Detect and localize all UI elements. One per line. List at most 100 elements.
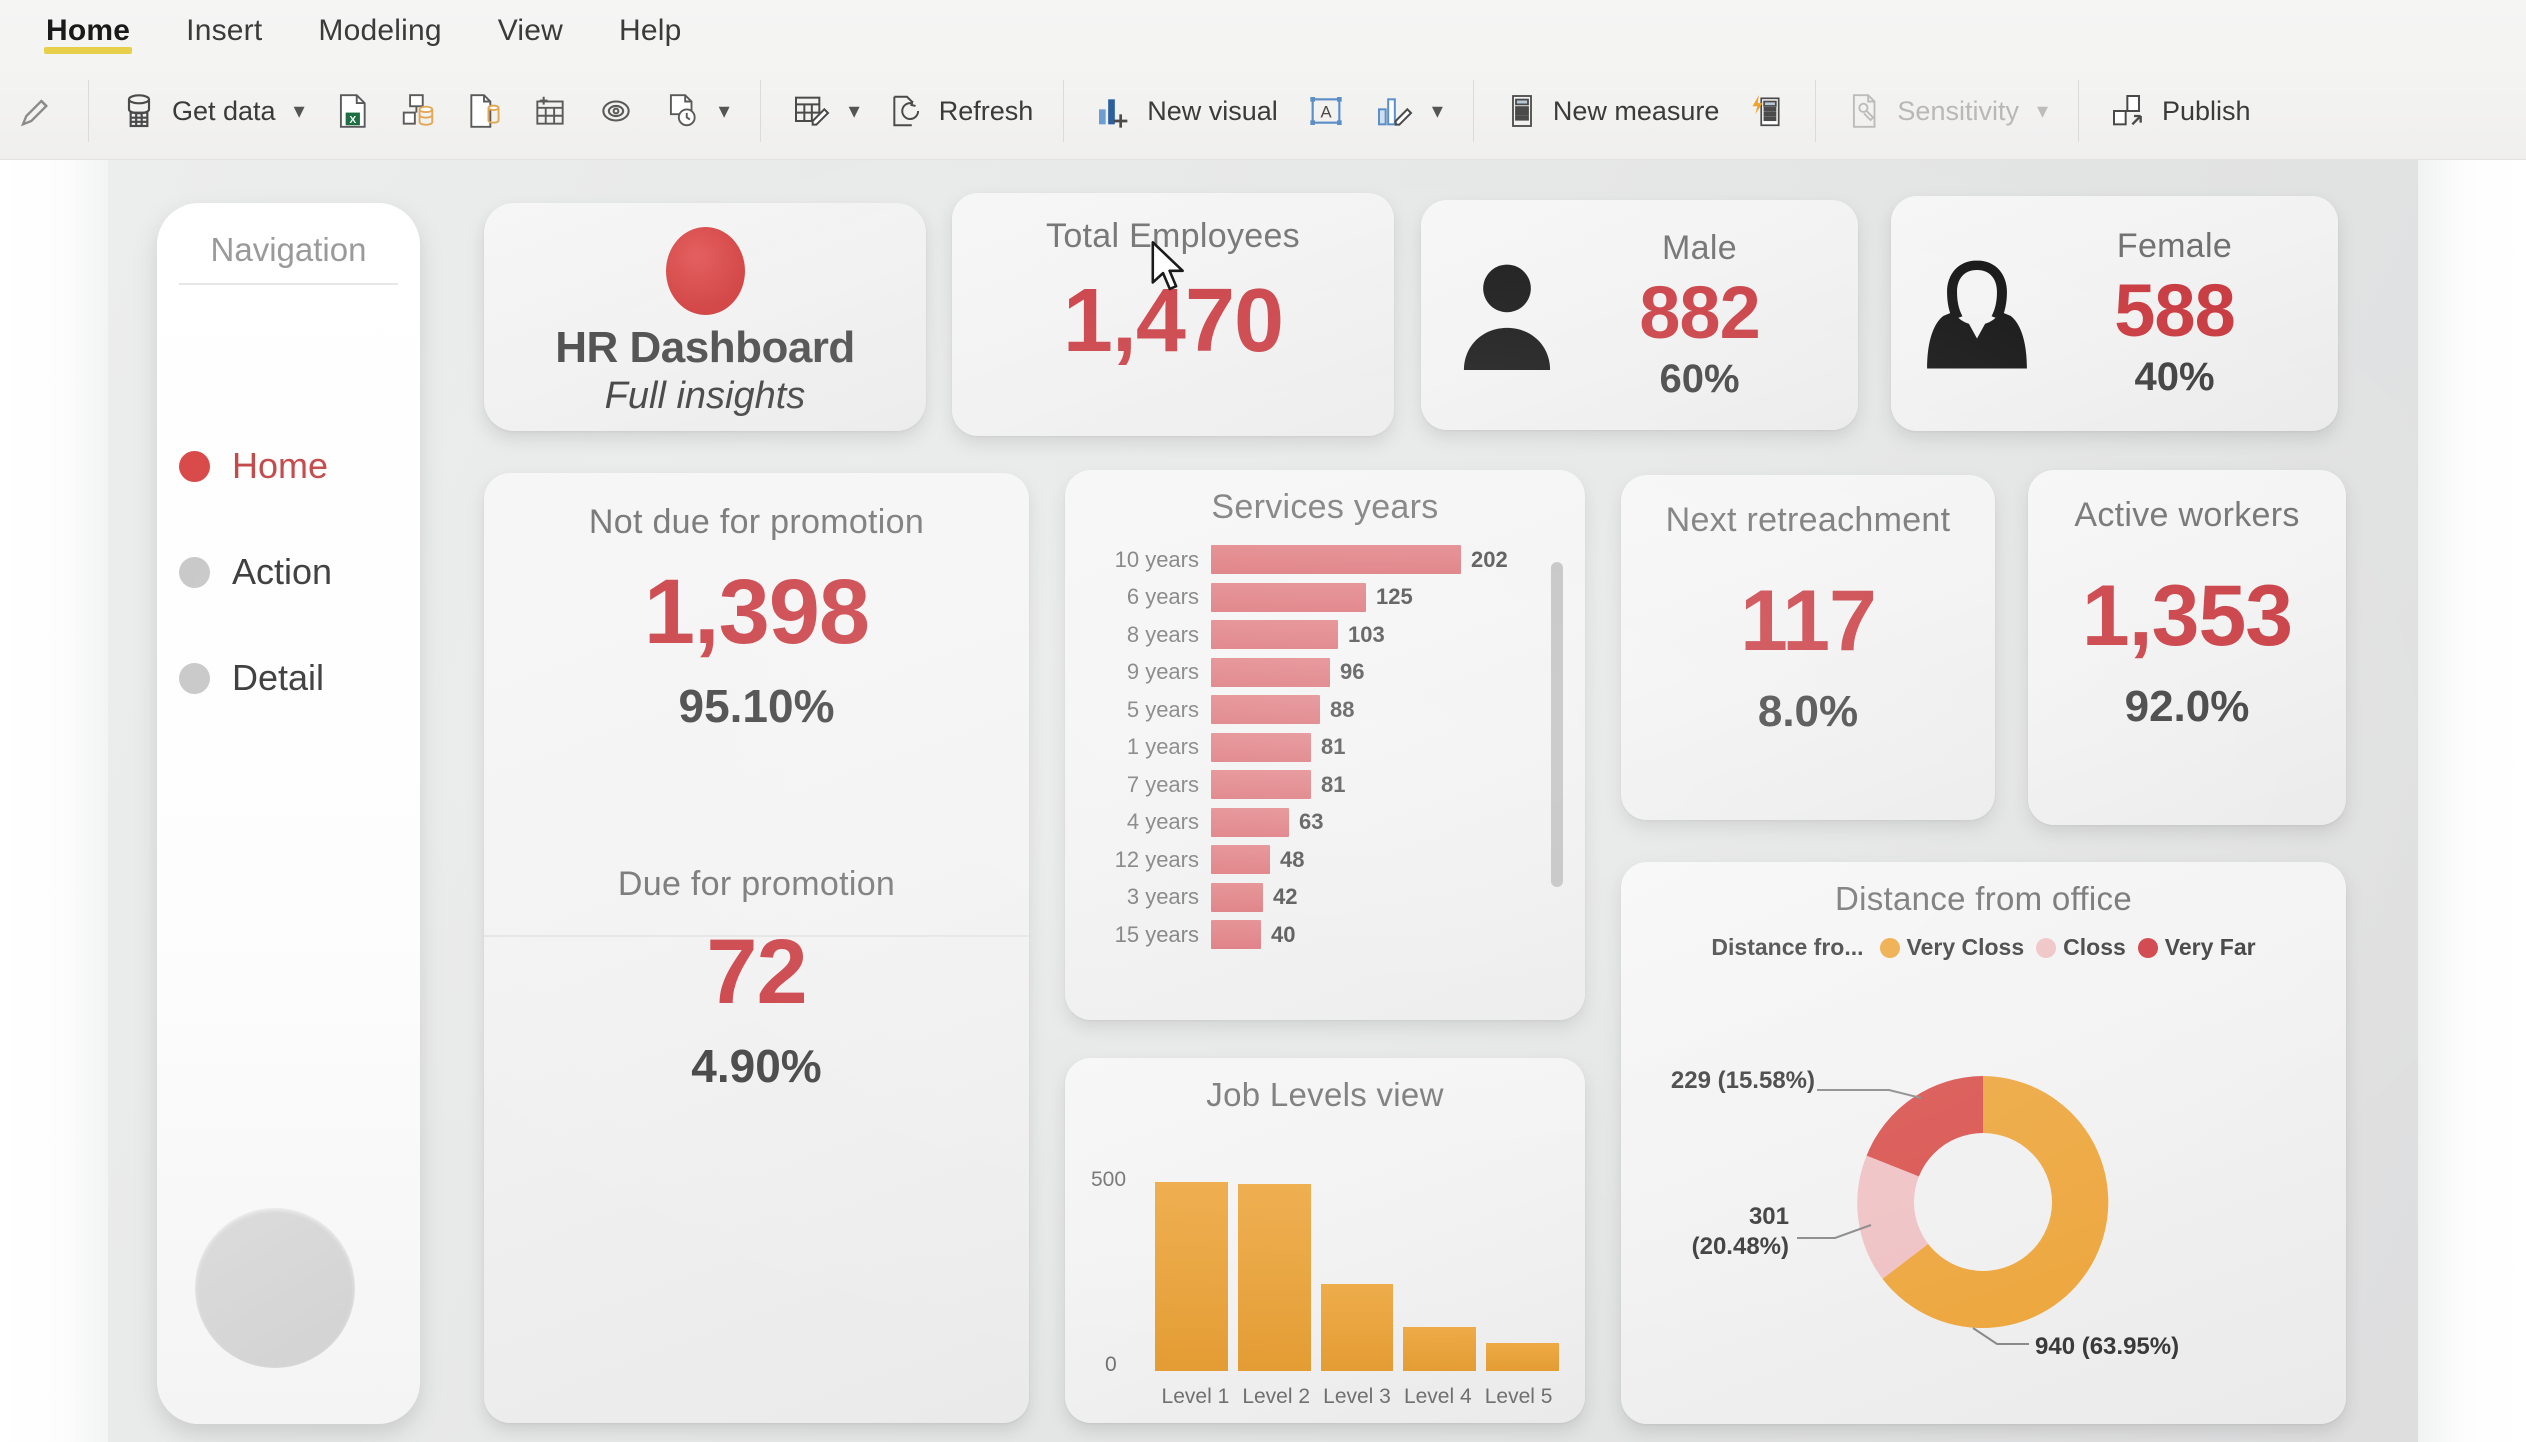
enter-data-button[interactable] (451, 83, 517, 139)
publish-button[interactable]: Publish (2095, 83, 2265, 139)
services-years-row[interactable]: 6 years 125 (1083, 579, 1585, 617)
services-years-bar[interactable] (1211, 807, 1289, 837)
get-data-button[interactable]: Get data ▾ (105, 83, 319, 139)
services-years-row[interactable]: 1 years 81 (1083, 729, 1585, 767)
services-years-bar[interactable] (1211, 695, 1320, 725)
promotion-card[interactable]: Not due for promotion 1,398 95.10% Due f… (484, 473, 1029, 1423)
legend-item-very-closs[interactable]: Very Closs (1879, 934, 2024, 961)
legend-item-closs[interactable]: Closs (2036, 934, 2126, 961)
refresh-button[interactable]: Refresh (874, 83, 1048, 139)
ribbon-tab-home[interactable]: Home (18, 0, 158, 62)
kpi-card-male[interactable]: Male 882 60% (1421, 200, 1858, 430)
services-years-row[interactable]: 4 years 63 (1083, 804, 1585, 842)
services-years-bar[interactable] (1211, 732, 1311, 762)
new-measure-button[interactable]: New measure (1490, 83, 1734, 139)
new-visual-button[interactable]: New visual (1080, 83, 1292, 139)
chevron-down-icon: ▾ (2036, 98, 2049, 123)
sql-server-button[interactable] (385, 83, 451, 139)
page-subtitle: Full insights (604, 375, 806, 417)
sidebar-item-action-label: Action (232, 551, 333, 592)
services-years-value: 88 (1330, 696, 1355, 722)
donut-hole (1914, 1133, 2052, 1271)
svg-text:A: A (1320, 103, 1332, 122)
services-years-row[interactable]: 7 years 81 (1083, 766, 1585, 804)
services-years-bar[interactable] (1211, 920, 1261, 950)
kpi-card-female[interactable]: Female 588 40% (1891, 196, 2338, 431)
legend-item-very-far[interactable]: Very Far (2137, 934, 2256, 961)
services-years-chart[interactable]: Services years 10 years 202 6 years 125 8 ye… (1065, 470, 1585, 1020)
kpi-card-total-employees[interactable]: Total Employees 1,470 (952, 193, 1394, 436)
text-box-icon: A (1306, 91, 1346, 131)
services-years-scrollbar[interactable] (1551, 562, 1563, 992)
services-years-row[interactable]: 5 years 88 (1083, 691, 1585, 729)
distance-from-office-chart[interactable]: Distance from office Distance fro... Ver… (1621, 862, 2346, 1424)
ribbon-tab-view[interactable]: View (470, 0, 591, 62)
ribbon-tab-modeling[interactable]: Modeling (290, 0, 469, 62)
scrollbar-thumb[interactable] (1551, 562, 1563, 887)
sidebar-item-detail[interactable]: Detail (179, 647, 420, 709)
more-visuals-button[interactable]: ▾ (1360, 83, 1457, 139)
services-years-category: 12 years (1114, 846, 1199, 872)
services-years-category: 9 years (1126, 659, 1199, 685)
navigation-action-circle-button[interactable] (195, 1208, 355, 1368)
services-years-row[interactable]: 15 years 40 (1083, 916, 1585, 954)
kpi-card-active-workers[interactable]: Active workers 1,353 92.0% (2028, 470, 2346, 825)
services-years-row[interactable]: 12 years 48 (1083, 841, 1585, 879)
kpi-female-title: Female (2116, 227, 2233, 265)
female-avatar-icon (1917, 252, 2037, 376)
sensitivity-label-icon (1846, 91, 1884, 131)
toolbar-divider (1815, 80, 1817, 142)
job-levels-bar[interactable] (1486, 1343, 1559, 1371)
job-levels-chart[interactable]: Job Levels view 500 0 Level 1 Level 2 Leve… (1065, 1058, 1585, 1423)
sidebar-item-action[interactable]: Action (179, 541, 420, 603)
services-years-bar[interactable] (1211, 845, 1270, 875)
services-years-bar-wrap: 81 (1211, 732, 1585, 762)
job-levels-bar[interactable] (1403, 1326, 1477, 1371)
quick-measure-button[interactable] (1733, 83, 1799, 139)
chevron-down-icon: ▾ (293, 98, 305, 123)
job-levels-category: Level 3 (1323, 1385, 1391, 1408)
services-years-bar[interactable] (1211, 582, 1366, 612)
job-levels-category: Level 5 (1484, 1385, 1553, 1408)
sidebar-item-home[interactable]: Home (179, 435, 420, 497)
job-levels-title: Job Levels view (1206, 1076, 1444, 1113)
recent-file-button[interactable]: ▾ (649, 83, 744, 139)
services-years-value: 125 (1376, 584, 1413, 610)
services-years-bar[interactable] (1211, 770, 1311, 800)
kpi-not-due-promotion-value: 1,398 (643, 561, 870, 663)
text-box-button[interactable]: A (1292, 83, 1360, 139)
recent-sources-button[interactable] (583, 83, 649, 139)
services-years-row[interactable]: 3 years 42 (1083, 879, 1585, 917)
kpi-active-workers-value: 1,353 (2081, 568, 2293, 664)
paintbrush-icon (18, 91, 58, 131)
services-years-category: 6 years (1126, 584, 1199, 610)
services-years-bar[interactable] (1211, 620, 1338, 650)
transform-data-button[interactable]: ▾ (777, 83, 874, 139)
services-years-bar[interactable] (1211, 545, 1461, 575)
kpi-card-next-retrenchment[interactable]: Next retreachment 117 8.0% (1621, 475, 1995, 820)
services-years-row[interactable]: 9 years 96 (1083, 654, 1585, 692)
nav-bullet-icon (179, 662, 210, 694)
report-canvas[interactable]: Navigation Home Action Detail HR Dashboa… (108, 160, 2418, 1442)
ribbon-tab-help[interactable]: Help (591, 0, 710, 62)
job-levels-bar[interactable] (1320, 1284, 1394, 1371)
format-painter-button[interactable] (4, 83, 72, 139)
kpi-next-retrenchment-title: Next retreachment (1665, 501, 1951, 539)
navigation-title: Navigation (210, 231, 367, 268)
job-levels-bar[interactable] (1237, 1184, 1311, 1371)
excel-workbook-button[interactable]: X (319, 83, 385, 139)
dataverse-button[interactable] (517, 83, 583, 139)
services-years-row[interactable]: 8 years 103 (1083, 616, 1585, 654)
services-years-bar[interactable] (1211, 882, 1263, 912)
ribbon-tab-insert[interactable]: Insert (158, 0, 290, 62)
services-years-bar[interactable] (1211, 657, 1330, 687)
sensitivity-button[interactable]: Sensitivity ▾ (1832, 83, 2062, 139)
services-years-bar-wrap: 48 (1211, 845, 1585, 875)
services-years-category: 10 years (1114, 546, 1199, 572)
services-years-row[interactable]: 10 years 202 (1083, 541, 1585, 579)
services-years-category: 8 years (1126, 621, 1199, 647)
svg-text:X: X (349, 115, 356, 126)
job-levels-bar[interactable] (1155, 1182, 1228, 1371)
toolbar-divider (759, 80, 761, 142)
toolbar-divider (1472, 80, 1474, 142)
